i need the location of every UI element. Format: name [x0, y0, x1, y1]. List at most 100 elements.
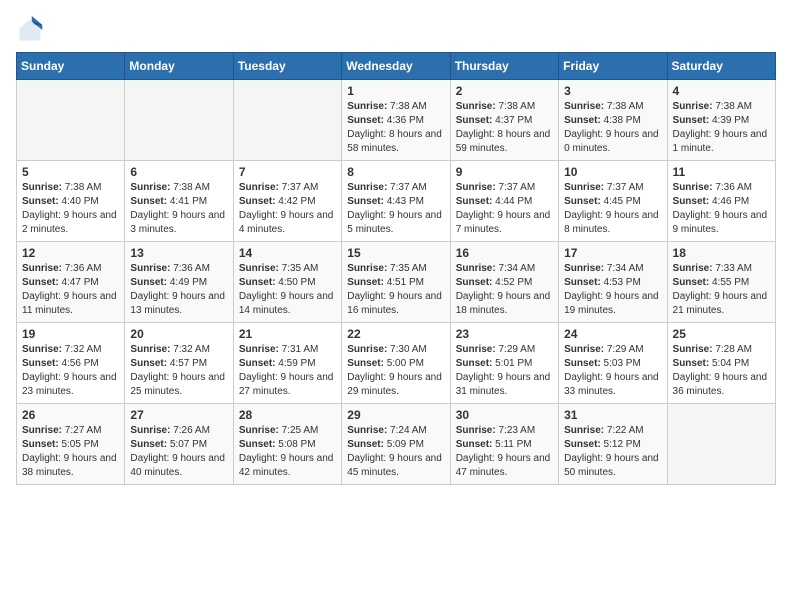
calendar-cell: 21Sunrise: 7:31 AMSunset: 4:59 PMDayligh…: [233, 323, 341, 404]
day-number: 8: [347, 165, 444, 179]
cell-content: Daylight: 9 hours and 33 minutes.: [564, 371, 661, 399]
cell-content: Sunset: 4:50 PM: [239, 276, 336, 290]
cell-content: Daylight: 9 hours and 23 minutes.: [22, 371, 119, 399]
calendar-cell: 1Sunrise: 7:38 AMSunset: 4:36 PMDaylight…: [342, 80, 450, 161]
cell-content: Daylight: 9 hours and 27 minutes.: [239, 371, 336, 399]
cell-content: Daylight: 9 hours and 38 minutes.: [22, 452, 119, 480]
day-of-week-header: Thursday: [450, 53, 558, 80]
cell-content: Sunset: 4:39 PM: [673, 114, 770, 128]
calendar-cell: 14Sunrise: 7:35 AMSunset: 4:50 PMDayligh…: [233, 242, 341, 323]
cell-content: Sunrise: 7:24 AM: [347, 424, 444, 438]
calendar-cell: 5Sunrise: 7:38 AMSunset: 4:40 PMDaylight…: [17, 161, 125, 242]
day-number: 30: [456, 408, 553, 422]
cell-content: Daylight: 9 hours and 45 minutes.: [347, 452, 444, 480]
calendar-cell: 19 Sunrise: 7:32 AMSunset: 4:56 PMDayligh…: [17, 323, 125, 404]
calendar-cell: [233, 80, 341, 161]
cell-content: Sunrise: 7:38 AM: [673, 100, 770, 114]
calendar-cell: 25Sunrise: 7:28 AMSunset: 5:04 PMDayligh…: [667, 323, 775, 404]
calendar-week-row: 1Sunrise: 7:38 AMSunset: 4:36 PMDaylight…: [17, 80, 776, 161]
cell-content: Sunset: 5:12 PM: [564, 438, 661, 452]
cell-content: Sunrise: 7:35 AM: [347, 262, 444, 276]
cell-content: Sunset: 4:46 PM: [673, 195, 770, 209]
cell-content: Sunset: 4:53 PM: [564, 276, 661, 290]
calendar-cell: 9Sunrise: 7:37 AMSunset: 4:44 PMDaylight…: [450, 161, 558, 242]
cell-content: Sunset: 4:44 PM: [456, 195, 553, 209]
header: [16, 16, 776, 44]
calendar-cell: 11Sunrise: 7:36 AMSunset: 4:46 PMDayligh…: [667, 161, 775, 242]
cell-content: Sunset: 5:03 PM: [564, 357, 661, 371]
calendar-cell: 15Sunrise: 7:35 AMSunset: 4:51 PMDayligh…: [342, 242, 450, 323]
calendar-cell: [125, 80, 233, 161]
calendar-cell: 31 Sunrise: 7:22 AMSunset: 5:12 PMDayligh…: [559, 404, 667, 485]
logo-icon: [16, 16, 44, 44]
day-number: 24: [564, 327, 661, 341]
calendar-cell: 6Sunrise: 7:38 AMSunset: 4:41 PMDaylight…: [125, 161, 233, 242]
cell-content: Sunset: 4:56 PM: [22, 357, 119, 371]
calendar-cell: 10Sunrise: 7:37 AMSunset: 4:45 PMDayligh…: [559, 161, 667, 242]
day-number: 26: [22, 408, 119, 422]
cell-content: Sunset: 4:55 PM: [673, 276, 770, 290]
cell-content: Sunset: 4:57 PM: [130, 357, 227, 371]
cell-content: Sunrise: 7:36 AM: [673, 181, 770, 195]
calendar-cell: 24Sunrise: 7:29 AMSunset: 5:03 PMDayligh…: [559, 323, 667, 404]
day-number: 9: [456, 165, 553, 179]
day-number: 3: [564, 84, 661, 98]
cell-content: Sunrise: 7:32 AM: [22, 343, 119, 357]
day-number: 1: [347, 84, 444, 98]
cell-content: Sunrise: 7:25 AM: [239, 424, 336, 438]
day-number: 18: [673, 246, 770, 260]
cell-content: Sunset: 5:00 PM: [347, 357, 444, 371]
calendar-cell: 28Sunrise: 7:25 AMSunset: 5:08 PMDayligh…: [233, 404, 341, 485]
calendar-cell: 3Sunrise: 7:38 AMSunset: 4:38 PMDaylight…: [559, 80, 667, 161]
cell-content: Sunset: 4:42 PM: [239, 195, 336, 209]
cell-content: Daylight: 8 hours and 58 minutes.: [347, 128, 444, 156]
cell-content: Sunrise: 7:37 AM: [239, 181, 336, 195]
cell-content: Daylight: 9 hours and 31 minutes.: [456, 371, 553, 399]
day-number: 19: [22, 327, 119, 341]
day-number: 31: [564, 408, 661, 422]
day-number: 6: [130, 165, 227, 179]
cell-content: Sunrise: 7:28 AM: [673, 343, 770, 357]
day-number: 14: [239, 246, 336, 260]
calendar-week-row: 19Sunrise: 7:32 AMSunset: 4:56 PMDayligh…: [17, 323, 776, 404]
cell-content: Sunrise: 7:26 AM: [130, 424, 227, 438]
cell-content: Sunset: 4:45 PM: [564, 195, 661, 209]
cell-content: Sunset: 5:05 PM: [22, 438, 119, 452]
cell-content: Daylight: 9 hours and 21 minutes.: [673, 290, 770, 318]
cell-content: Sunset: 4:51 PM: [347, 276, 444, 290]
calendar-cell: 4 Sunrise: 7:38 AMSunset: 4:39 PMDaylight…: [667, 80, 775, 161]
cell-content: Sunset: 4:47 PM: [22, 276, 119, 290]
cell-content: Daylight: 8 hours and 59 minutes.: [456, 128, 553, 156]
cell-content: Sunset: 5:04 PM: [673, 357, 770, 371]
calendar-cell: 27Sunrise: 7:26 AMSunset: 5:07 PMDayligh…: [125, 404, 233, 485]
day-number: 28: [239, 408, 336, 422]
day-number: 20: [130, 327, 227, 341]
cell-content: Sunrise: 7:38 AM: [564, 100, 661, 114]
calendar-cell: 23Sunrise: 7:29 AMSunset: 5:01 PMDayligh…: [450, 323, 558, 404]
cell-content: Daylight: 9 hours and 2 minutes.: [22, 209, 119, 237]
cell-content: Daylight: 9 hours and 9 minutes.: [673, 209, 770, 237]
calendar-week-row: 12Sunrise: 7:36 AMSunset: 4:47 PMDayligh…: [17, 242, 776, 323]
calendar-cell: 7Sunrise: 7:37 AMSunset: 4:42 PMDaylight…: [233, 161, 341, 242]
day-number: 13: [130, 246, 227, 260]
cell-content: Sunrise: 7:27 AM: [22, 424, 119, 438]
cell-content: Daylight: 9 hours and 18 minutes.: [456, 290, 553, 318]
calendar-cell: 18Sunrise: 7:33 AMSunset: 4:55 PMDayligh…: [667, 242, 775, 323]
cell-content: Sunrise: 7:37 AM: [564, 181, 661, 195]
cell-content: Daylight: 9 hours and 1 minute.: [673, 128, 770, 156]
cell-content: Sunrise: 7:23 AM: [456, 424, 553, 438]
day-number: 23: [456, 327, 553, 341]
day-number: 5: [22, 165, 119, 179]
day-of-week-header: Wednesday: [342, 53, 450, 80]
cell-content: Daylight: 9 hours and 47 minutes.: [456, 452, 553, 480]
day-of-week-header: Friday: [559, 53, 667, 80]
calendar-cell: 26 Sunrise: 7:27 AMSunset: 5:05 PMDayligh…: [17, 404, 125, 485]
day-number: 4: [673, 84, 770, 98]
cell-content: Daylight: 9 hours and 50 minutes.: [564, 452, 661, 480]
day-number: 16: [456, 246, 553, 260]
cell-content: Sunset: 5:01 PM: [456, 357, 553, 371]
cell-content: Daylight: 9 hours and 25 minutes.: [130, 371, 227, 399]
cell-content: Sunrise: 7:35 AM: [239, 262, 336, 276]
cell-content: Daylight: 9 hours and 8 minutes.: [564, 209, 661, 237]
cell-content: Sunrise: 7:22 AM: [564, 424, 661, 438]
